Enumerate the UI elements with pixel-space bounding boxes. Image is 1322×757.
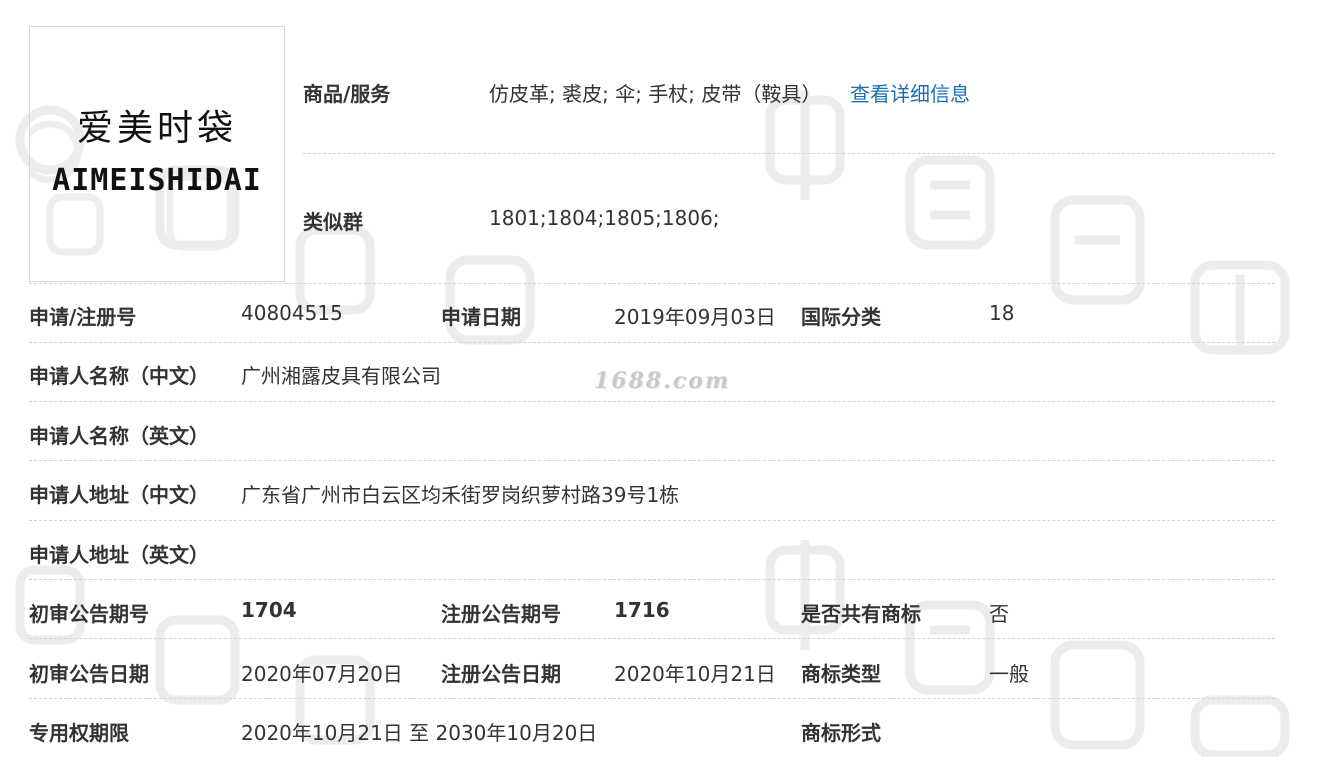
applicant-cn-value: 广州湘露皮具有限公司 <box>241 364 441 388</box>
apply-date-label: 申请日期 <box>441 305 521 329</box>
reg-date-label: 注册公告日期 <box>441 662 561 686</box>
apply-date-value: 2019年09月03日 <box>614 305 776 329</box>
separator <box>29 520 1275 521</box>
reg-issue-label: 注册公告期号 <box>441 602 561 626</box>
logo-english-text: AIMEISHIDAI <box>52 163 262 198</box>
mark-type-label: 商标类型 <box>801 662 881 686</box>
goods-services-value: 仿皮革; 裘皮; 伞; 手杖; 皮带（鞍具） <box>489 82 822 106</box>
mark-form-label: 商标形式 <box>801 721 881 745</box>
reg-no-label: 申请/注册号 <box>29 305 137 329</box>
separator <box>29 342 1275 343</box>
mark-type-value: 一般 <box>989 662 1029 686</box>
trademark-image: 爱美时袋 AIMEISHIDAI <box>29 26 285 282</box>
intl-class-label: 国际分类 <box>801 305 881 329</box>
reg-no-value: 40804515 <box>241 301 343 325</box>
prelim-issue-value: 1704 <box>241 598 297 622</box>
separator <box>303 153 1275 154</box>
goods-services-label: 商品/服务 <box>303 82 391 106</box>
separator <box>29 698 1275 699</box>
prelim-issue-label: 初审公告期号 <box>29 602 149 626</box>
shared-mark-value: 否 <box>989 602 1009 626</box>
exclusive-period-value: 2020年10月21日 至 2030年10月20日 <box>241 721 598 745</box>
separator <box>29 283 1275 284</box>
logo-watermark <box>30 120 234 256</box>
separator <box>29 401 1275 402</box>
similar-group-label: 类似群 <box>303 210 363 234</box>
separator <box>29 460 1275 461</box>
view-details-link[interactable]: 查看详细信息 <box>850 78 970 107</box>
address-cn-value: 广东省广州市白云区均禾街罗岗织萝村路39号1栋 <box>241 483 680 507</box>
logo-chinese-text: 爱美时袋 <box>76 108 237 149</box>
address-cn-label: 申请人地址（中文） <box>29 483 209 507</box>
reg-issue-value: 1716 <box>614 598 670 622</box>
prelim-date-label: 初审公告日期 <box>29 662 149 686</box>
watermark-1688: 1688.com <box>594 368 731 394</box>
reg-date-value: 2020年10月21日 <box>614 662 776 686</box>
similar-group-value: 1801;1804;1805;1806; <box>489 206 720 230</box>
exclusive-period-label: 专用权期限 <box>29 721 129 745</box>
applicant-cn-label: 申请人名称（中文） <box>29 364 209 388</box>
prelim-date-value: 2020年07月20日 <box>241 662 403 686</box>
applicant-en-label: 申请人名称（英文） <box>29 424 209 448</box>
address-en-label: 申请人地址（英文） <box>29 543 209 567</box>
separator <box>29 638 1275 639</box>
shared-mark-label: 是否共有商标 <box>801 602 921 626</box>
intl-class-value: 18 <box>989 301 1015 325</box>
separator <box>29 579 1275 580</box>
